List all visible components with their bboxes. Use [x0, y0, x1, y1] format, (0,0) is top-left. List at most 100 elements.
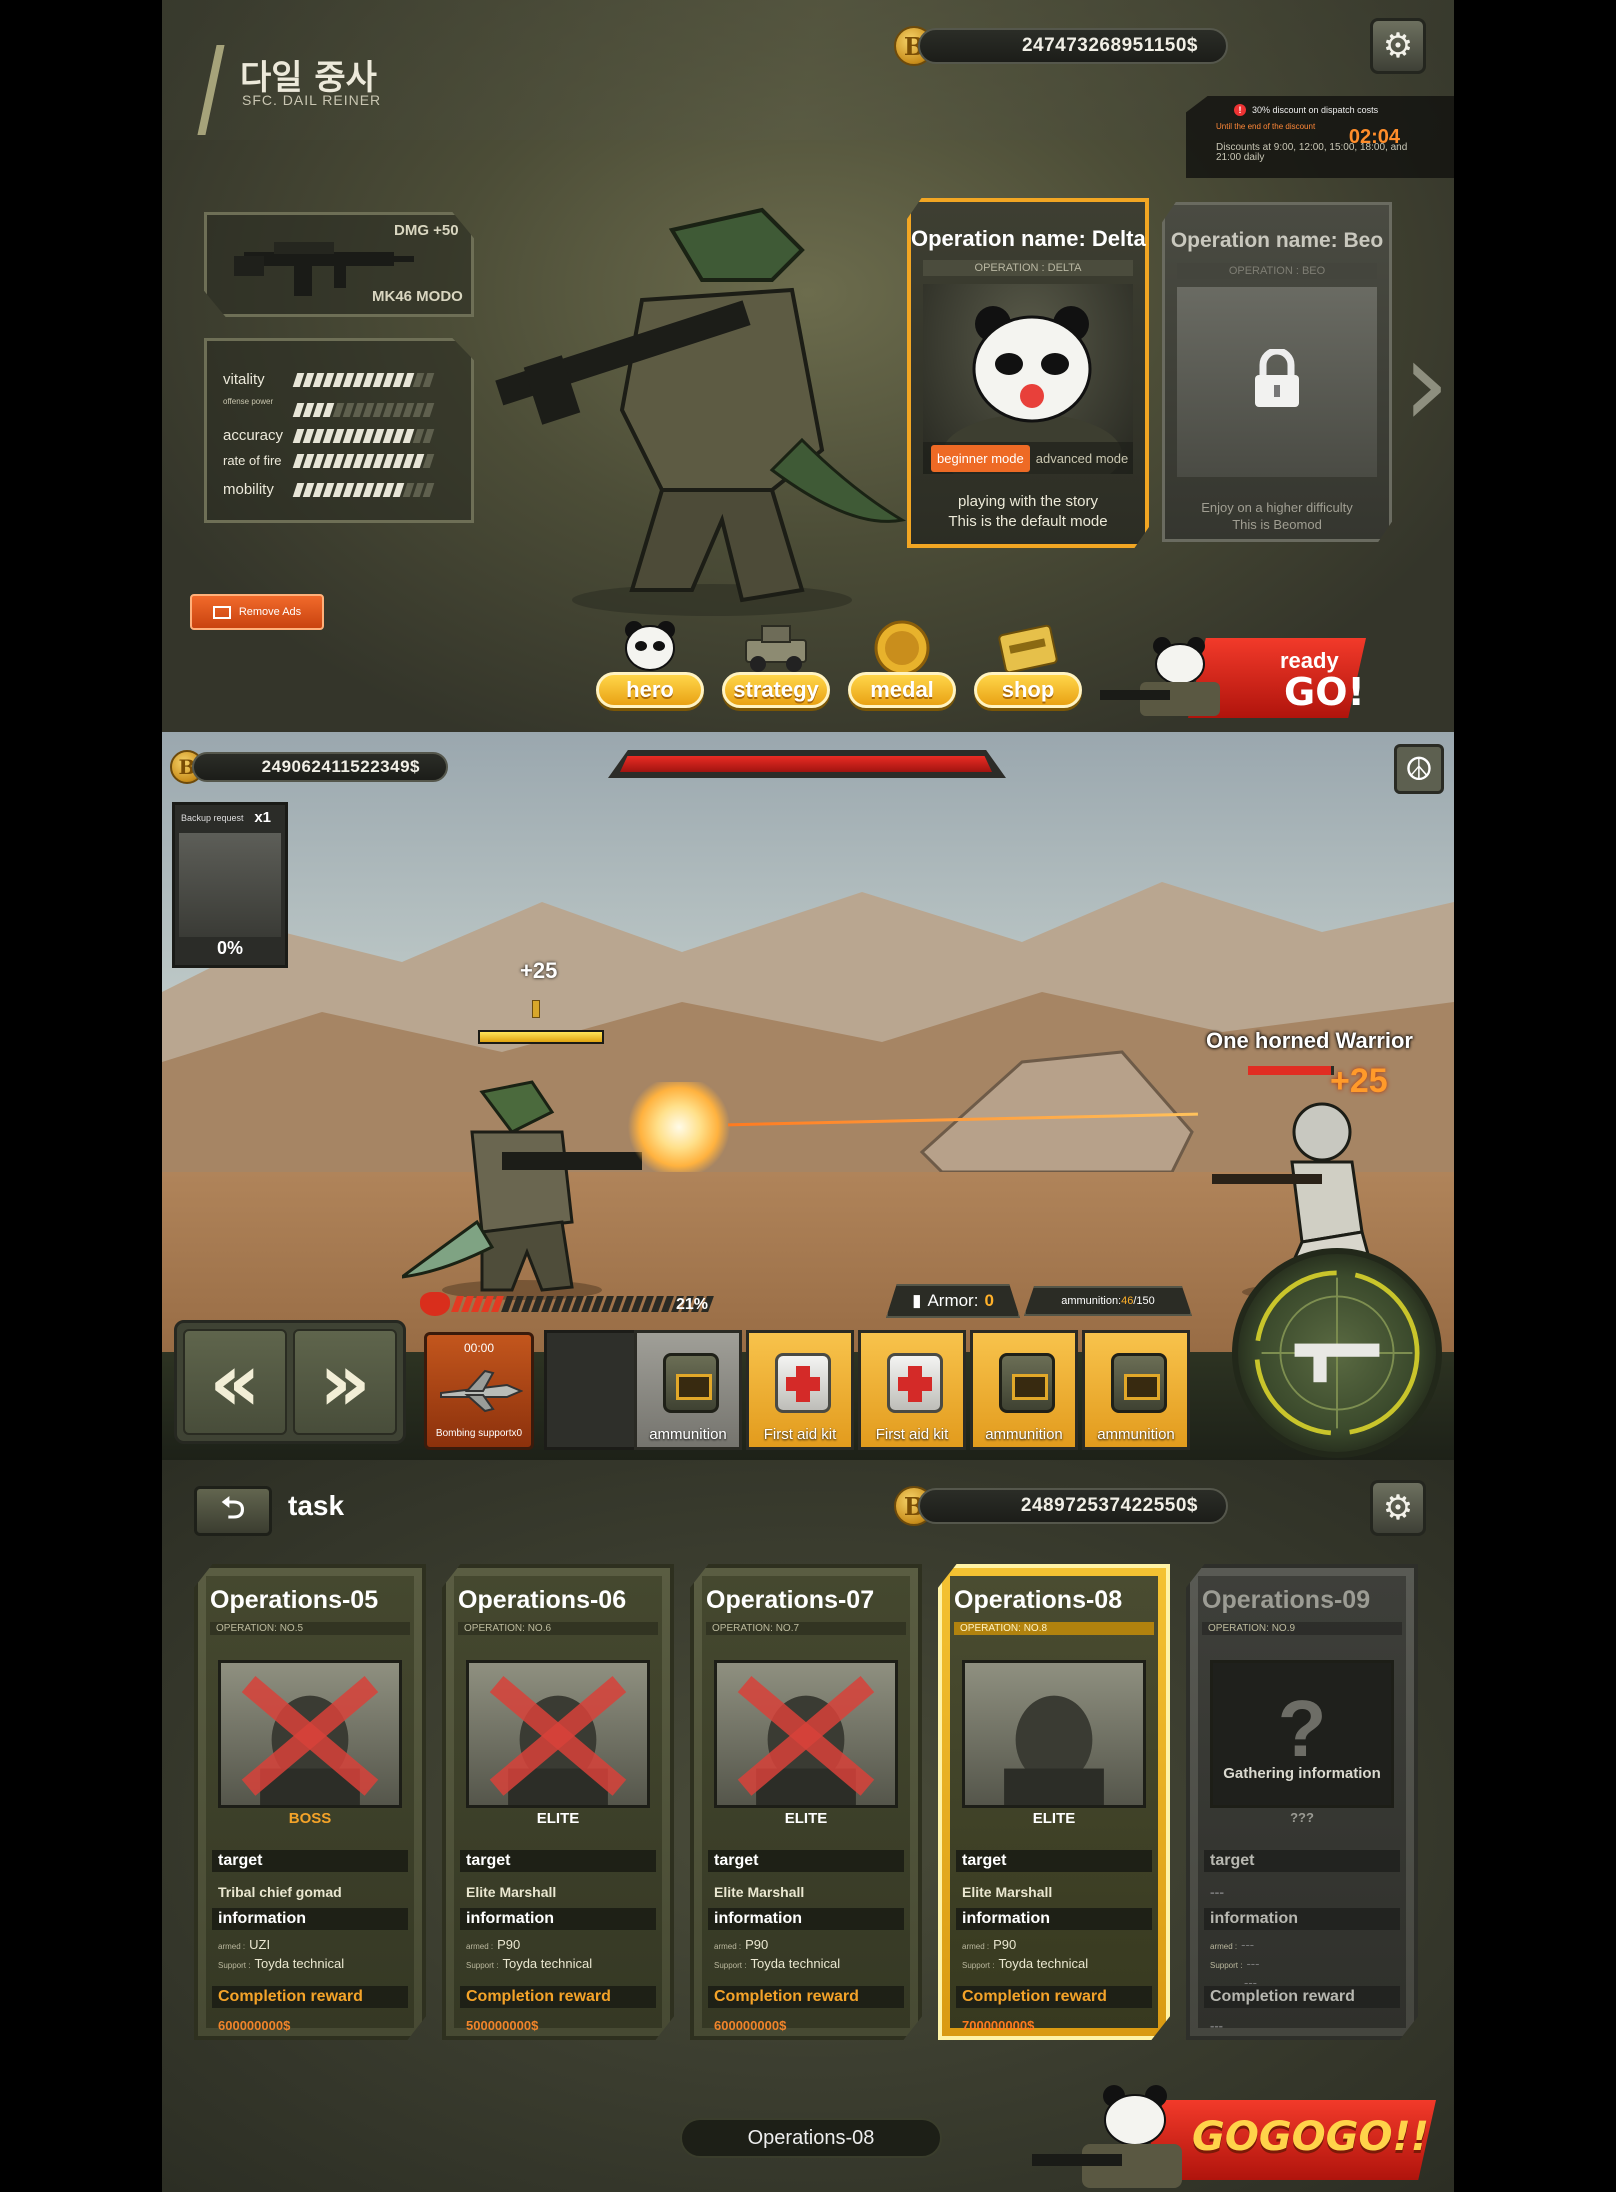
mission-portrait: [218, 1660, 402, 1808]
stat-segment: [422, 482, 435, 497]
operation-card-delta[interactable]: Operation name: Delta OPERATION : DELTA …: [907, 198, 1149, 548]
enemy-portrait: [737, 1676, 875, 1805]
menu-label: strategy: [722, 672, 830, 708]
remove-ads-button[interactable]: Remove Ads: [190, 594, 324, 630]
reward-amount: 500000000$: [466, 2018, 539, 2033]
mission-portrait: ? Gathering information: [1210, 1660, 1394, 1808]
settings-button[interactable]: ⚙: [1370, 18, 1426, 74]
stat-label: accuracy: [223, 427, 284, 444]
mission-card[interactable]: Operations-06 OPERATION: NO.6 ELITE target E…: [442, 1564, 674, 2040]
back-button[interactable]: ⮌: [194, 1486, 272, 1536]
ammo-current: 46: [1121, 1295, 1134, 1307]
backup-request-card[interactable]: Backup request x1 0%: [172, 802, 288, 968]
ammo-max: /150: [1133, 1295, 1155, 1307]
target-header: target: [212, 1850, 408, 1872]
money-display: 248972537422550$: [918, 1488, 1228, 1524]
mission-card[interactable]: Operations-05 OPERATION: NO.5 BOSS target Tr…: [194, 1564, 426, 2040]
ammo-gain-text: +25: [520, 958, 558, 983]
mission-subtitle: OPERATION: NO.9: [1202, 1622, 1402, 1635]
operation-desc-1: playing with the story: [957, 493, 1099, 510]
move-right-button[interactable]: »: [293, 1329, 397, 1435]
mission-title: Operations-09: [1202, 1586, 1371, 1614]
target-header: target: [460, 1850, 656, 1872]
support-tag: Support :: [714, 1961, 747, 1970]
fire-button-radar[interactable]: [1232, 1248, 1442, 1458]
hero-menu-button[interactable]: hero: [596, 618, 704, 708]
mission-rank-badge: BOSS: [288, 1810, 332, 1827]
bombing-support-button[interactable]: 00:00 Bombing supportx0: [424, 1332, 534, 1450]
stage-progress-bar: [608, 750, 1006, 778]
stat-offense: [223, 403, 463, 417]
item-slot-ammo[interactable]: ammunition: [1082, 1330, 1190, 1450]
reward-amount: ---: [1210, 2018, 1223, 2033]
item-label: ammunition: [649, 1426, 727, 1443]
bomb-label: Bombing supportx0: [435, 1428, 523, 1439]
move-left-button[interactable]: «: [183, 1329, 287, 1435]
vehicle-icon: [745, 625, 807, 672]
stat-segment: [422, 453, 435, 468]
menu-label: medal: [848, 672, 956, 708]
ammo-label: ammunition:: [1061, 1295, 1122, 1307]
mission-card[interactable]: Operations-08 OPERATION: NO.8 ELITE target E…: [938, 1564, 1170, 2040]
mission-card[interactable]: Operations-07 OPERATION: NO.7 ELITE target E…: [690, 1564, 922, 2040]
target-name: ---: [1210, 1884, 1224, 1900]
armed-tag: armed :: [1210, 1942, 1238, 1951]
strategy-menu-button[interactable]: strategy: [722, 618, 830, 708]
panda-icon: [625, 621, 675, 671]
settings-button[interactable]: ⚙: [1370, 1480, 1426, 1536]
rage-icon: [420, 1292, 450, 1316]
gear-icon: ⚙: [1382, 27, 1414, 65]
card-icon: [998, 624, 1058, 674]
gogogo-button[interactable]: GOGOGO!!: [1032, 2078, 1452, 2192]
ready-go-button[interactable]: ready GO!: [1100, 632, 1366, 722]
stat-mobility: mobility: [223, 481, 463, 498]
movement-controls: « »: [174, 1320, 406, 1444]
item-slot-aid[interactable]: First aid kit: [746, 1330, 854, 1450]
mission-subtitle: OPERATION: NO.5: [210, 1622, 410, 1635]
operation-subtitle: OPERATION : BEO: [1177, 263, 1377, 279]
armed-tag: armed :: [714, 1942, 742, 1951]
information-header: information: [956, 1908, 1152, 1930]
enemy-portrait: [1004, 1695, 1104, 1805]
task-screen: ⮌ task B 248972537422550$ ⚙ Operations-0…: [162, 1460, 1454, 2192]
item-slot-ammo[interactable]: ammunition: [970, 1330, 1078, 1450]
shop-menu-button[interactable]: shop: [974, 618, 1082, 708]
chevron-right-icon[interactable]: ›: [1402, 310, 1450, 460]
stat-label: rate of fire: [223, 453, 282, 468]
backup-count: x1: [254, 809, 271, 826]
no-ads-icon: [212, 605, 231, 619]
item-label: First aid kit: [875, 1426, 949, 1443]
mission-portrait: [962, 1660, 1146, 1808]
armed-weapon: ---: [1241, 1937, 1255, 1952]
target-name: Elite Marshall: [714, 1884, 805, 1900]
ammo-display: ammunition: 46 /150: [1024, 1286, 1192, 1316]
reward-header: Completion reward: [1204, 1986, 1400, 2008]
stat-segment: [422, 403, 435, 417]
medal-menu-button[interactable]: medal: [848, 618, 956, 708]
menu-label: shop: [974, 672, 1082, 708]
armed-weapon: P90: [497, 1937, 521, 1952]
item-slot-ammo[interactable]: ammunition: [634, 1330, 742, 1450]
pause-button[interactable]: ☮: [1394, 744, 1444, 794]
beginner-mode-toggle[interactable]: beginner mode: [931, 444, 1030, 472]
operation-card-beo[interactable]: Operation name: Beo OPERATION : BEO Enjo…: [1162, 202, 1392, 542]
mission-info: armed : P90 Support : Toyda technical: [714, 1936, 840, 1974]
money-display: 247473268951150$: [918, 28, 1228, 64]
advanced-mode-toggle[interactable]: advanced mode: [1036, 451, 1129, 466]
player-health-bar: [478, 1030, 604, 1044]
mission-info: armed : P90 Support : Toyda technical: [962, 1936, 1088, 1974]
item-label: First aid kit: [763, 1426, 837, 1443]
stat-bar: [292, 482, 435, 497]
reward-header: Completion reward: [708, 1986, 904, 2008]
item-slot-aid[interactable]: First aid kit: [858, 1330, 966, 1450]
panda-soldier-icon: [1100, 637, 1220, 716]
operation-desc-2: This is the default mode: [948, 513, 1108, 530]
mission-rank-badge: ???: [1290, 1810, 1314, 1825]
chevron-right-icon: »: [319, 1335, 371, 1429]
operation-desc-1: Enjoy on a higher difficulty: [1201, 500, 1353, 515]
selected-operation-label: Operations-08: [747, 2126, 875, 2149]
operation-desc-2: This is Beomod: [1232, 517, 1322, 532]
reward-header: Completion reward: [956, 1986, 1152, 2008]
weapon-damage: DMG +50: [394, 222, 459, 239]
mission-subtitle: OPERATION: NO.6: [458, 1622, 658, 1635]
